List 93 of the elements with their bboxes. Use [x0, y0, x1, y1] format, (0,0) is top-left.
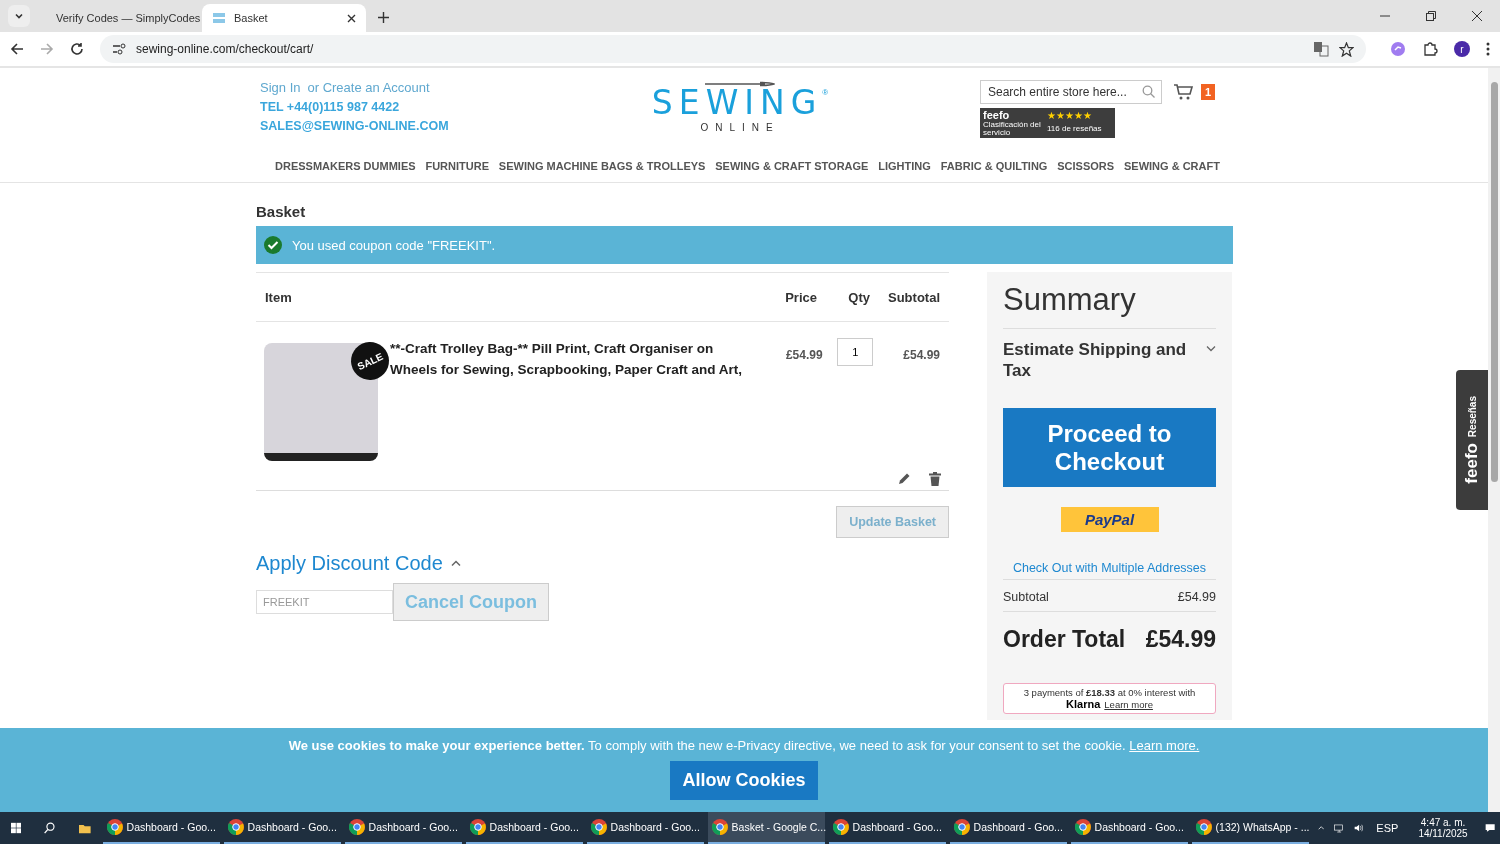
column-header: Qty — [847, 289, 870, 305]
browser-tab[interactable]: Verify Codes — SimplyCodes — [38, 4, 202, 32]
browser-icon — [832, 819, 849, 835]
summary-title: Summary — [1003, 282, 1216, 329]
star-icon: ★ — [1056, 110, 1065, 122]
tab-list-icon[interactable] — [14, 11, 24, 21]
multiple-addresses-link[interactable]: Check Out with Multiple Addresses — [1012, 561, 1207, 575]
cookie-notice-text: We use cookies to make your experience better. To comply with the new e-Privacy directive, we need to ask for your consent to set the cookie. — [288, 738, 1126, 753]
order-total-label: Order Total — [1003, 626, 1126, 653]
taskbar-app[interactable]: Dashboard - Goo... — [1070, 812, 1188, 844]
taskbar-app[interactable]: Dashboard - Goo... — [344, 812, 462, 844]
chevron-icon[interactable] — [450, 560, 461, 567]
browser-icon — [106, 819, 123, 835]
cart-icon[interactable] — [1174, 84, 1193, 100]
clock-time[interactable]: 4:47 a. m. — [1420, 817, 1466, 828]
taskbar-app[interactable]: (132) WhatsApp - ... — [1191, 812, 1309, 844]
browser-icon — [469, 819, 486, 835]
menu-icon[interactable] — [1486, 42, 1490, 56]
scrollbar[interactable] — [1488, 68, 1500, 812]
nav-menu-item[interactable]: DRESSMAKERS DUMMIES — [275, 160, 416, 172]
edit-pencil-icon[interactable] — [898, 472, 911, 485]
taskbar-app[interactable]: Dashboard - Goo... — [949, 812, 1067, 844]
check-circle-icon — [264, 236, 282, 254]
klarna-text: 3 payments of £18.33 at 0% interest with — [1023, 687, 1196, 698]
nav-menu-item[interactable]: SEWING MACHINE BAGS & TROLLEYS — [498, 160, 706, 172]
subtotal-text: £54.99 — [902, 347, 941, 362]
browser-icon — [1195, 819, 1212, 835]
windows-start-icon[interactable] — [11, 820, 22, 836]
star-icon[interactable] — [1339, 41, 1354, 57]
search-field[interactable]: Search entire store here... — [980, 80, 1162, 104]
estimate-shipping-toggle[interactable]: Estimate Shipping and Tax — [1003, 339, 1193, 381]
nav-menu-item[interactable]: FABRIC & QUILTING — [940, 160, 1048, 172]
address-bar[interactable]: sewing-online.com/checkout/cart/ — [100, 35, 1366, 63]
site-icon — [212, 11, 226, 25]
input-language[interactable]: ESP — [1376, 822, 1399, 834]
volume-icon[interactable] — [1354, 822, 1364, 834]
allow-cookies-button[interactable]: Allow Cookies — [670, 761, 818, 800]
column-header: Price — [784, 289, 817, 305]
taskbar-app[interactable]: Dashboard - Goo... — [223, 812, 341, 844]
nav-menu-item[interactable]: FURNITURE — [425, 160, 489, 172]
profile-avatar[interactable]: r — [1454, 41, 1470, 57]
translate-icon[interactable] — [1313, 41, 1329, 57]
new-tab-icon[interactable] — [378, 12, 389, 23]
subtotal-label: Subtotal — [1003, 590, 1049, 604]
close-icon[interactable] — [1472, 11, 1482, 21]
success-message: You used coupon code "FREEKIT". — [292, 237, 496, 253]
nav-menu-item[interactable]: SCISSORS — [1057, 160, 1115, 172]
quantity-field[interactable]: 1 — [837, 338, 874, 366]
nav-menu-item[interactable]: SEWING & CRAFT — [1123, 160, 1220, 172]
trash-icon[interactable] — [929, 472, 941, 486]
browser-icon — [953, 819, 970, 835]
network-icon[interactable] — [1334, 821, 1345, 835]
taskbar-app[interactable]: Dashboard - Goo... — [102, 812, 220, 844]
discount-code-toggle[interactable]: Apply Discount Code — [256, 552, 443, 575]
cart-count-badge: 1 — [1201, 84, 1216, 100]
taskbar-app[interactable]: Dashboard - Goo... — [586, 812, 704, 844]
browser-icon — [711, 819, 728, 835]
proceed-to-checkout-button[interactable]: Proceed to Checkout — [1003, 408, 1216, 487]
extension-icon[interactable] — [1390, 41, 1406, 57]
learn-more-link[interactable]: Learn more — [1104, 699, 1153, 710]
site-logo[interactable]: SEWING® ONLINE — [651, 80, 829, 133]
star-icon: ★ — [1074, 110, 1083, 122]
clock-date[interactable]: 14/11/2025 — [1418, 828, 1468, 839]
reload-icon[interactable] — [70, 42, 84, 56]
paypal-button[interactable]: PayPal — [1060, 507, 1159, 532]
subtotal-amount: £54.99 — [1177, 590, 1216, 604]
column-header: Subtotal — [887, 289, 941, 305]
chevron-icon[interactable] — [1206, 345, 1216, 352]
back-icon[interactable] — [10, 42, 24, 56]
column-header: Item — [264, 289, 293, 305]
feefo-reviews-tab[interactable]: feefo Reseñas — [1456, 370, 1488, 510]
nav-menu-item[interactable]: SEWING & CRAFT STORAGE — [715, 160, 869, 172]
browser-icon — [348, 819, 365, 835]
price-text: £54.99 — [784, 347, 823, 362]
star-icon: ★ — [1065, 110, 1074, 122]
chevron-up-icon[interactable] — [1317, 825, 1324, 831]
star-icon: ★ — [1047, 110, 1056, 122]
nav-menu-item[interactable]: LIGHTING — [878, 160, 931, 172]
klarna-logo: Klarna — [1066, 698, 1101, 710]
browser-icon — [227, 819, 244, 835]
taskbar-app[interactable]: Dashboard - Goo... — [828, 812, 946, 844]
browser-icon — [1074, 819, 1091, 835]
page-title: Basket — [256, 203, 307, 220]
browser-icon — [590, 819, 607, 835]
browser-tab[interactable]: Basket — [202, 4, 366, 32]
site-settings-icon[interactable] — [112, 42, 126, 56]
restore-icon[interactable] — [1426, 11, 1436, 21]
taskbar-app[interactable]: Dashboard - Goo... — [465, 812, 583, 844]
order-total-amount: £54.99 — [1145, 626, 1216, 653]
star-icon: ★ — [1083, 110, 1092, 122]
puzzle-icon[interactable] — [1422, 41, 1438, 57]
close-icon[interactable] — [347, 13, 356, 23]
taskbar-app[interactable]: Basket - Google C... — [707, 812, 825, 844]
